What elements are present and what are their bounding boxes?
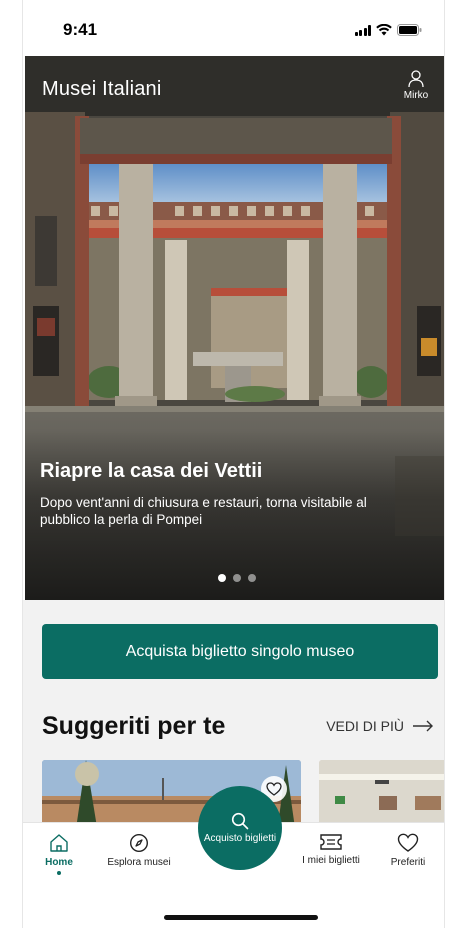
phone-screen: 9:41 Musei Italiani Mirko Riapre la casa…	[22, 0, 445, 928]
nav-item-tickets[interactable]: I miei biglietti	[291, 833, 371, 866]
arrow-right-icon	[413, 720, 433, 732]
active-indicator	[57, 871, 61, 875]
wifi-icon	[376, 24, 392, 36]
see-more-link[interactable]: VEDI DI PIÙ	[326, 718, 434, 734]
home-indicator	[164, 915, 318, 920]
status-bar: 9:41	[23, 0, 444, 56]
hero-headline: Riapre la casa dei Vettii	[40, 460, 263, 482]
nav-label: Preferiti	[390, 857, 426, 868]
heart-icon	[397, 833, 419, 852]
section-title: Suggeriti per te	[42, 712, 226, 740]
carousel-dots	[218, 574, 256, 582]
app-title: Musei Italiani	[42, 78, 162, 100]
nav-label: Esplora musei	[107, 857, 171, 868]
home-icon	[50, 834, 68, 852]
cellular-signal-icon	[354, 24, 371, 36]
battery-icon	[397, 24, 422, 36]
nav-item-explore[interactable]: Esplora musei	[99, 833, 179, 868]
nav-label: I miei biglietti	[302, 855, 360, 866]
user-name: Mirko	[403, 90, 429, 101]
compass-icon	[129, 833, 149, 853]
status-time: 9:41	[63, 20, 98, 39]
hero-subtitle: Dopo vent'anni di chiusura e restauri, t…	[40, 495, 367, 527]
nav-label: Home	[45, 857, 73, 868]
carousel-dot[interactable]	[248, 574, 256, 582]
person-icon	[408, 70, 424, 88]
buy-single-ticket-button[interactable]: Acquista biglietto singolo museo	[42, 624, 438, 679]
carousel-dot[interactable]	[233, 574, 241, 582]
nav-item-favorites[interactable]: Preferiti	[368, 833, 444, 868]
search-icon	[231, 812, 249, 829]
user-profile-button[interactable]: Mirko	[398, 70, 434, 110]
hero-carousel[interactable]: Musei Italiani Mirko Riapre la casa dei …	[25, 56, 444, 600]
see-more-label: VEDI DI PIÙ	[326, 718, 404, 734]
heart-icon	[266, 782, 282, 796]
carousel-dot[interactable]	[218, 574, 226, 582]
nav-item-home[interactable]: Home	[31, 833, 87, 875]
buy-tickets-fab[interactable]: Acquisto biglietti	[198, 786, 282, 870]
status-icons	[354, 24, 423, 36]
fab-label: Acquisto biglietti	[203, 832, 277, 844]
ticket-icon	[320, 834, 342, 850]
